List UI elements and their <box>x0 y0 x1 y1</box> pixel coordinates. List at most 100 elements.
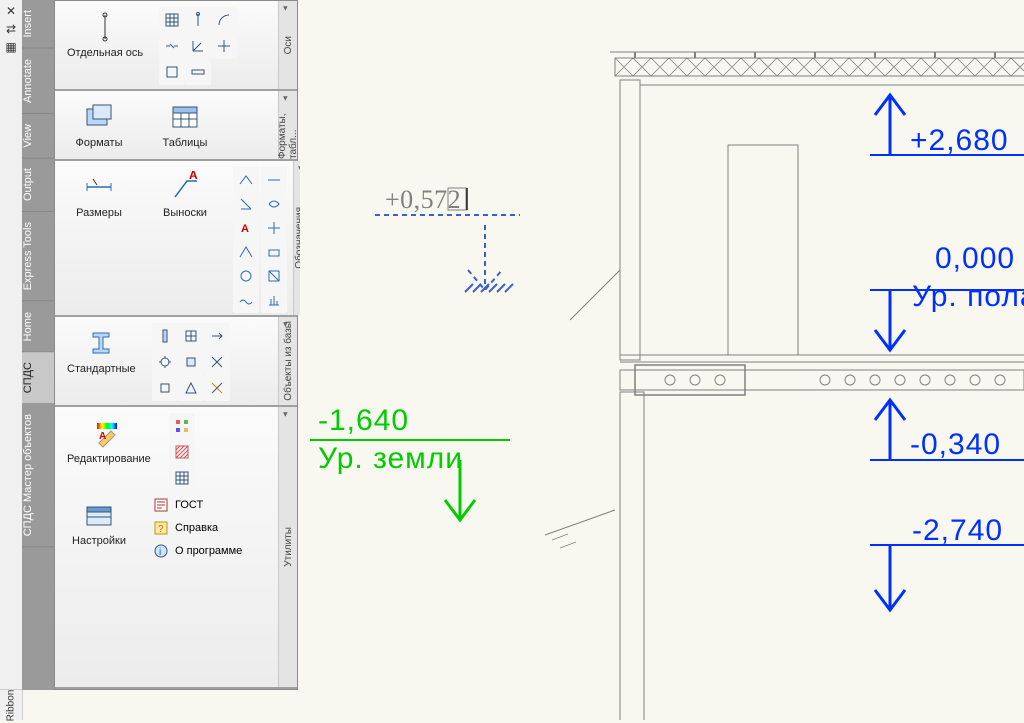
mark2-icon[interactable] <box>261 167 287 193</box>
mark10-icon[interactable] <box>261 263 287 289</box>
axis-ortho-icon[interactable] <box>211 33 237 59</box>
axis-angle-icon[interactable] <box>185 33 211 59</box>
axes-tools-grid <box>159 7 235 83</box>
db8-icon[interactable] <box>178 375 204 401</box>
axis-single-icon[interactable] <box>185 7 211 33</box>
mark5-icon[interactable]: A <box>233 215 259 241</box>
util-links: ГОСТ ? Справка i О программе <box>149 495 246 561</box>
tab-insert[interactable]: Insert <box>22 0 54 49</box>
edit-icon: A <box>93 417 125 449</box>
axis-opt1-icon[interactable] <box>159 59 185 85</box>
tables-button[interactable]: Таблицы <box>147 97 223 153</box>
close-icon[interactable]: ✕ <box>6 4 16 18</box>
about-button[interactable]: i О программе <box>149 541 246 561</box>
panel-database: Стандартные Объекты из базы <box>55 317 297 407</box>
edit-button[interactable]: A Редактирование <box>61 413 157 469</box>
dimensions-icon <box>83 171 115 203</box>
panel-database-title[interactable]: Объекты из базы <box>278 317 297 405</box>
single-axis-label: Отдельная ось <box>67 47 143 59</box>
tab-home[interactable]: Home <box>22 302 54 352</box>
axis-arc-icon[interactable] <box>211 7 237 33</box>
db4-icon[interactable] <box>152 349 178 375</box>
axis-break-icon[interactable] <box>159 33 185 59</box>
dimensions-label: Размеры <box>76 207 122 219</box>
settings-button[interactable]: Настройки <box>61 495 137 551</box>
svg-text:A: A <box>99 431 106 442</box>
util-mini-grid <box>169 413 193 489</box>
panel-formats-title[interactable]: Форматы, табл... <box>278 91 297 159</box>
category-tabs: Insert Annotate View Output Express Tool… <box>22 0 54 690</box>
ground-value: -1,640 <box>318 404 409 437</box>
svg-text:i: i <box>159 547 161 558</box>
tab-spds[interactable]: СПДС <box>22 352 54 404</box>
svg-text:A: A <box>241 223 249 235</box>
mark12-icon[interactable] <box>261 287 287 313</box>
tab-spds-master[interactable]: СПДС Мастер объектов <box>22 404 54 547</box>
edit-label: Редактирование <box>67 453 151 465</box>
elev-0000: 0,000 <box>935 242 1015 275</box>
about-label: О программе <box>175 545 242 557</box>
mark8-icon[interactable] <box>261 239 287 265</box>
db9-icon[interactable] <box>204 375 230 401</box>
svg-text:?: ? <box>158 524 164 535</box>
formats-label: Форматы <box>76 137 123 149</box>
db5-icon[interactable] <box>178 349 204 375</box>
panel-axes: Отдельная ось Оси <box>55 1 297 91</box>
tables-icon <box>169 101 201 133</box>
ribbon-title-tab[interactable]: Ribbon <box>0 689 23 720</box>
mark11-icon[interactable] <box>233 287 259 313</box>
util-grid-icon[interactable] <box>169 465 195 491</box>
elev-0340: -0,340 <box>910 428 1001 461</box>
db6-icon[interactable] <box>204 349 230 375</box>
standard-parts-button[interactable]: Стандартные <box>61 323 142 399</box>
axis-grid-icon[interactable] <box>159 7 185 33</box>
ibeam-icon <box>85 327 117 359</box>
elev-2680: +2,680 <box>910 124 1009 157</box>
about-icon: i <box>153 543 169 559</box>
gost-icon <box>153 497 169 513</box>
panel-formats: Форматы Таблицы Форматы, табл... <box>55 91 297 161</box>
panel-axes-title[interactable]: Оси <box>278 1 297 89</box>
single-axis-button[interactable]: Отдельная ось <box>61 7 149 83</box>
standard-parts-label: Стандартные <box>67 363 136 375</box>
db7-icon[interactable] <box>152 375 178 401</box>
elev-floor-label: Ур. пола <box>912 280 1024 313</box>
tab-output[interactable]: Output <box>22 158 54 212</box>
mark7-icon[interactable] <box>233 239 259 265</box>
mark4-icon[interactable] <box>261 191 287 217</box>
database-tools-grid <box>152 323 228 399</box>
mark6-icon[interactable] <box>261 215 287 241</box>
elev-2740: -2,740 <box>912 514 1003 547</box>
drawing-canvas[interactable]: +2,680 0,000 Ур. пола -0,340 -2,740 -1,6… <box>300 0 1024 720</box>
tab-annotate[interactable]: Annotate <box>22 49 54 114</box>
leaders-label: Выноски <box>163 207 207 219</box>
ground-label: Ур. земли <box>318 442 463 475</box>
gost-button[interactable]: ГОСТ <box>149 495 246 515</box>
dimensions-button[interactable]: Размеры <box>61 167 137 309</box>
mark1-icon[interactable] <box>233 167 259 193</box>
mark3-icon[interactable] <box>233 191 259 217</box>
help-icon: ? <box>153 520 169 536</box>
axis-opt2-icon[interactable] <box>185 59 211 85</box>
ribbon-title-text: Ribbon <box>6 689 17 721</box>
db1-icon[interactable] <box>152 323 178 349</box>
tables-label: Таблицы <box>163 137 208 149</box>
leaders-button[interactable]: A Выноски <box>147 167 223 309</box>
tab-express-tools[interactable]: Express Tools <box>22 212 54 301</box>
settings-icon <box>83 499 115 531</box>
panel-dimensions: Размеры A Выноски A <box>55 161 297 317</box>
tab-view[interactable]: View <box>22 114 54 159</box>
settings-label: Настройки <box>72 535 126 547</box>
formats-button[interactable]: Форматы <box>61 97 137 153</box>
help-button[interactable]: ? Справка <box>149 518 246 538</box>
mark9-icon[interactable] <box>233 263 259 289</box>
util-squares-icon[interactable] <box>169 413 195 439</box>
dock-icon[interactable]: ⇄ <box>6 22 16 36</box>
util-hatch-icon[interactable] <box>169 439 195 465</box>
db2-icon[interactable] <box>178 323 204 349</box>
leaders-icon: A <box>169 171 201 203</box>
db3-icon[interactable] <box>204 323 230 349</box>
menu-icon[interactable]: ▦ <box>5 40 16 54</box>
panel-utilities: A Редактирование Настройки <box>55 407 297 689</box>
panel-utilities-title[interactable]: Утилиты <box>278 407 297 687</box>
